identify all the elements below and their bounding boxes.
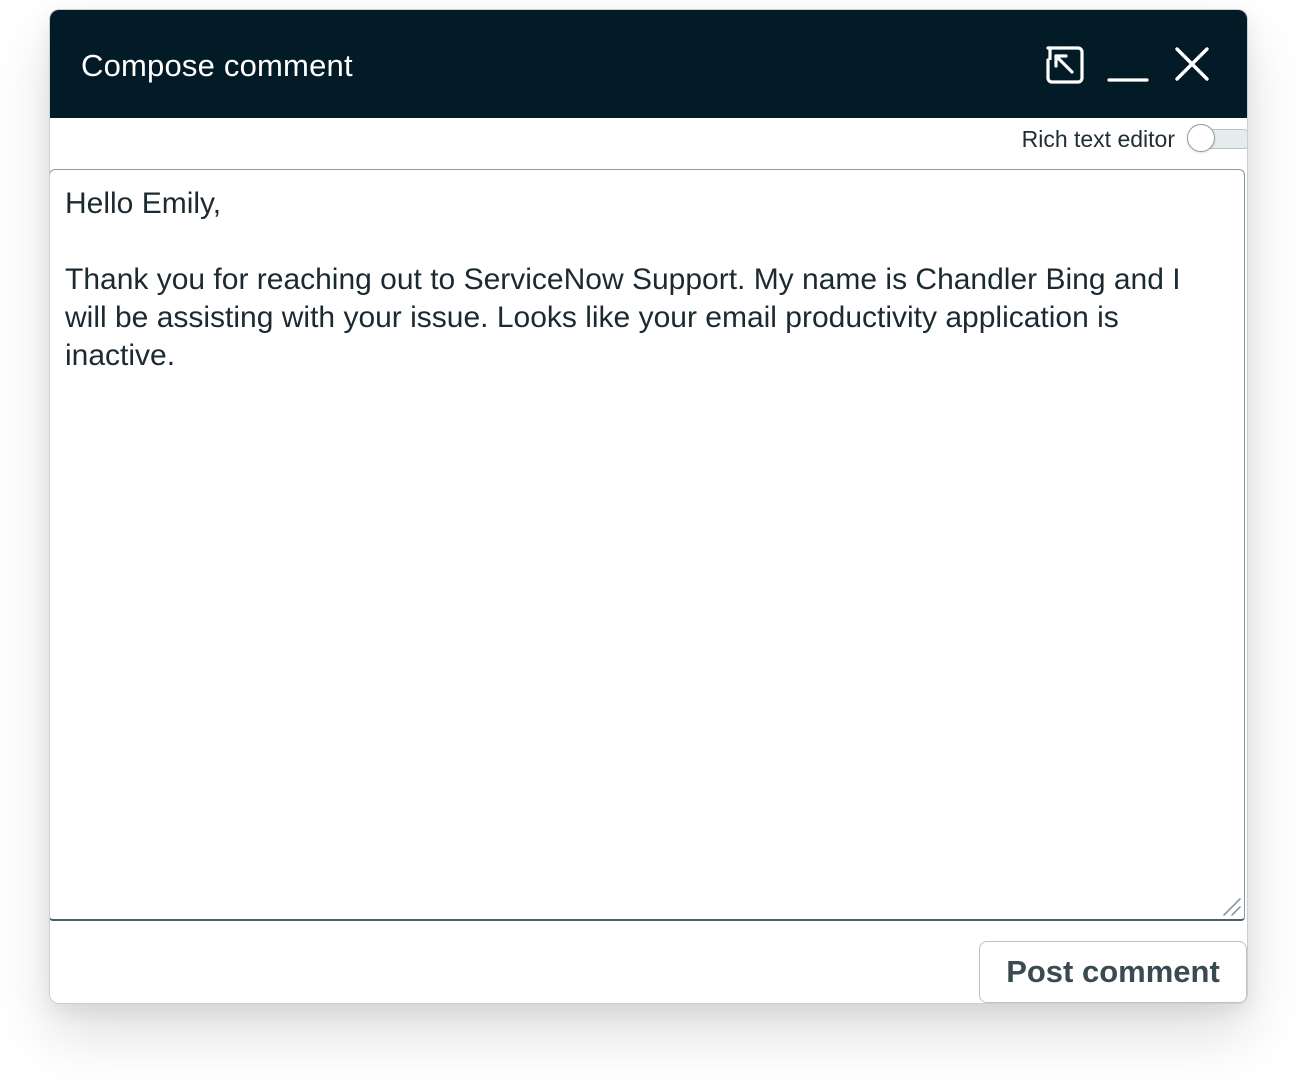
comment-text: Hello Emily, Thank you for reaching out …	[65, 187, 1181, 372]
dialog-header: Compose comment	[50, 10, 1247, 118]
minimize-button[interactable]	[1104, 40, 1152, 88]
post-comment-button[interactable]: Post comment	[979, 941, 1247, 1003]
close-icon	[1175, 47, 1209, 81]
dialog-title: Compose comment	[81, 48, 353, 83]
compose-comment-dialog: Compose comment Rich text editor Hello E…	[49, 9, 1248, 1004]
minimize-icon	[1107, 78, 1149, 82]
comment-textarea[interactable]: Hello Emily, Thank you for reaching out …	[50, 169, 1245, 921]
popout-icon	[1046, 46, 1084, 84]
rich-text-editor-label: Rich text editor	[1021, 126, 1175, 152]
close-button[interactable]	[1168, 40, 1216, 88]
rich-text-editor-toggle[interactable]	[1187, 124, 1247, 152]
rich-text-editor-row: Rich text editor	[50, 120, 1247, 170]
popout-button[interactable]	[1040, 40, 1088, 88]
resize-handle-icon[interactable]	[1218, 893, 1242, 917]
toggle-knob	[1187, 124, 1215, 152]
